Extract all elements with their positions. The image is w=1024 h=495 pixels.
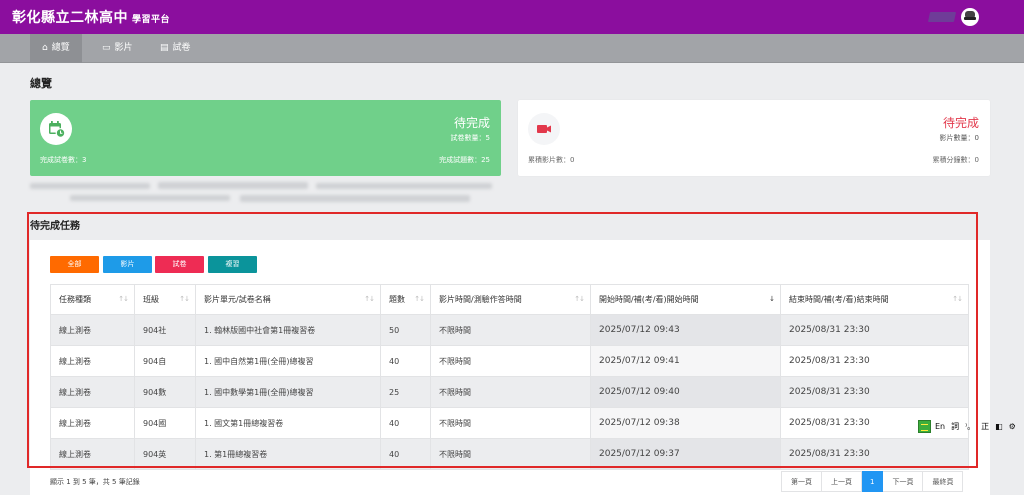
home-icon: ⌂ — [42, 43, 48, 53]
top-bar: 彰化縣立二林高中 學習平台 — [0, 0, 1024, 34]
blurred-announcement — [30, 181, 492, 205]
video-accumulated-minutes: 累積分鐘數：0 — [932, 156, 979, 164]
video-camera-icon — [537, 125, 551, 133]
document-icon: ▤ — [160, 43, 169, 53]
avatar[interactable] — [961, 8, 979, 26]
exam-count: 試卷數量：5 — [450, 134, 490, 142]
first-page-button[interactable]: 第一頁 — [781, 471, 822, 492]
nav-bar: ⌂ 總覽 ▭ 影片 ▤ 試卷 — [0, 34, 1024, 63]
exam-completed-questions: 完成試題數：25 — [439, 156, 490, 164]
previous-page-button[interactable]: 上一頁 — [822, 471, 862, 492]
video-icon: ▭ — [102, 43, 111, 53]
last-page-button[interactable]: 最終頁 — [923, 471, 964, 492]
calendar-clock-icon — [49, 121, 66, 138]
tab-video-label: 影片 — [114, 43, 133, 53]
brand[interactable]: 彰化縣立二林高中 學習平台 — [12, 7, 170, 27]
platform-name: 學習平台 — [132, 15, 171, 25]
ime-script-toggle[interactable]: 正 — [981, 421, 989, 432]
video-count: 影片數量：0 — [939, 134, 979, 142]
school-name: 彰化縣立二林高中 — [12, 10, 128, 26]
ime-phrase-toggle[interactable]: 詞 — [951, 421, 959, 432]
page-1-button[interactable]: 1 — [862, 471, 884, 492]
highlight-annotation-box — [27, 212, 978, 468]
tab-exam-label: 試卷 — [172, 43, 191, 53]
ime-toolbar: En 詞 ⁾。 正 ◧ ⚙ — [918, 419, 1022, 433]
ime-logo-icon[interactable] — [918, 419, 931, 433]
video-status: 待完成 — [942, 116, 979, 130]
table-info: 顯示 1 到 5 筆，共 5 筆記錄 — [50, 478, 140, 486]
exam-summary-card: 待完成 試卷數量：5 完成試卷數：3 完成試題數：25 — [30, 100, 501, 176]
tab-video[interactable]: ▭ 影片 — [90, 34, 145, 63]
video-card-icon-circle — [528, 113, 560, 145]
half-square-icon[interactable]: ◧ — [995, 422, 1003, 431]
exam-status: 待完成 — [453, 116, 490, 130]
gear-icon[interactable]: ⚙ — [1009, 422, 1016, 431]
exam-completed-count: 完成試卷數：3 — [40, 156, 87, 164]
user-name-redacted[interactable] — [927, 12, 957, 22]
video-summary-card: 待完成 影片數量：0 累積影片數：0 累積分鐘數：0 — [518, 100, 990, 176]
pagination: 第一頁 上一頁 1 下一頁 最終頁 — [781, 471, 964, 492]
exam-card-icon-circle — [40, 113, 72, 145]
tab-overview[interactable]: ⌂ 總覽 — [30, 34, 82, 63]
avatar-glasses — [964, 17, 976, 20]
next-page-button[interactable]: 下一頁 — [883, 471, 924, 492]
video-accumulated-count: 累積影片數：0 — [528, 156, 575, 164]
ime-punctuation-toggle[interactable]: ⁾。 — [965, 421, 975, 432]
tab-exam[interactable]: ▤ 試卷 — [148, 34, 203, 63]
tab-overview-label: 總覽 — [51, 43, 70, 53]
page-title: 總覽 — [30, 77, 52, 90]
ime-language-toggle[interactable]: En — [935, 422, 945, 431]
